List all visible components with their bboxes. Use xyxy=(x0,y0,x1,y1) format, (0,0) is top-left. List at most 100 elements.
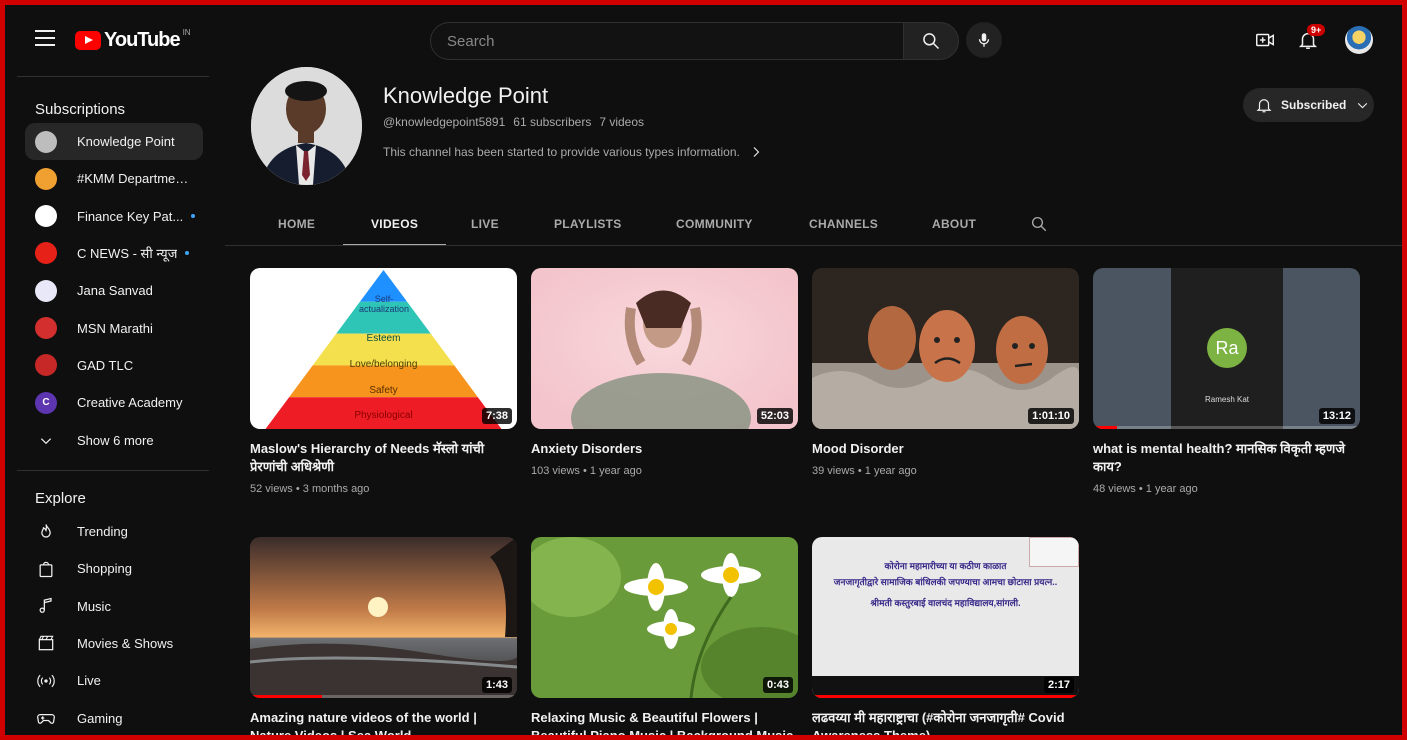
search-box xyxy=(430,22,959,60)
sidebar-explore-item[interactable]: Trending xyxy=(25,513,203,550)
sidebar-divider xyxy=(17,76,209,77)
explore-label: Movies & Shows xyxy=(77,635,174,651)
watch-progress-bar xyxy=(1093,426,1118,429)
channel-avatar[interactable] xyxy=(251,67,362,185)
slide-text-line: श्रीमती कस्तुरबाई वालचंद महाविद्यालय,सां… xyxy=(870,598,1021,608)
new-content-dot xyxy=(191,214,196,219)
video-meta: 103 views • 1 year ago xyxy=(531,465,798,477)
explore-label: Music xyxy=(77,598,111,614)
video-card[interactable]: 52:03 Anxiety Disorders 103 views • 1 year… xyxy=(531,268,798,477)
search-icon xyxy=(1031,216,1047,232)
video-card[interactable]: 1:01:10 Mood Disorder 39 views • 1 year ag… xyxy=(812,268,1079,477)
create-video-button[interactable] xyxy=(1253,28,1277,52)
subscription-label: Finance Key Pat... xyxy=(77,208,184,224)
pyramid-level-label: Safety xyxy=(369,385,398,396)
video-title[interactable]: Maslow's Hierarchy of Needs मॅस्लो यांची… xyxy=(250,440,517,476)
channel-description[interactable]: This channel has been started to provide… xyxy=(383,145,762,159)
channel-avatar-icon xyxy=(35,279,57,302)
video-title[interactable]: Relaxing Music & Beautiful Flowers | Bea… xyxy=(531,709,798,735)
video-title[interactable]: Amazing nature videos of the world | Nat… xyxy=(250,709,517,735)
video-thumbnail[interactable]: Ra Ramesh Kat 13:12 xyxy=(1093,268,1360,429)
tab-videos[interactable]: VIDEOS xyxy=(342,204,447,246)
sidebar-subscription-item[interactable]: GAD TLC xyxy=(25,347,203,384)
subscription-label: #KMM Department ... xyxy=(77,171,193,187)
show-more-button[interactable]: Show 6 more xyxy=(25,422,203,459)
sidebar-subscription-item[interactable]: Knowledge Point xyxy=(25,123,203,160)
subscription-label: Jana Sanvad xyxy=(77,283,153,299)
subscribed-button[interactable]: Subscribed xyxy=(1243,88,1374,122)
video-card[interactable]: कोरोना महामारीच्या या कठीण काळात जनजागृती… xyxy=(812,537,1079,735)
video-card[interactable]: 1:43 Amazing nature videos of the world |… xyxy=(250,537,517,735)
tab-community[interactable]: COMMUNITY xyxy=(676,204,753,246)
sidebar: Subscriptions Knowledge Point #KMM Depart… xyxy=(11,69,211,736)
view-count: 48 views xyxy=(1093,483,1136,495)
pyramid-level-label: Self-actualization xyxy=(358,294,410,314)
music-icon xyxy=(35,595,57,617)
sidebar-subscription-item[interactable]: Finance Key Pat... xyxy=(25,198,203,235)
channel-search-button[interactable] xyxy=(1030,215,1048,238)
sidebar-explore-item[interactable]: Shopping xyxy=(25,550,203,587)
video-title[interactable]: what is mental health? मानसिक विकृती म्ह… xyxy=(1093,440,1360,476)
sidebar-subscription-item[interactable]: #KMM Department ... xyxy=(25,160,203,197)
subscriber-count: 61 subscribers xyxy=(513,115,592,129)
video-card[interactable]: Ra Ramesh Kat 13:12 what is mental health? … xyxy=(1093,268,1360,495)
sidebar-explore-item[interactable]: Music xyxy=(25,588,203,625)
gaming-icon xyxy=(35,707,57,729)
hamburger-menu-icon[interactable] xyxy=(35,30,55,50)
sidebar-subscription-item[interactable]: Jana Sanvad xyxy=(25,272,203,309)
bell-icon xyxy=(1256,99,1272,113)
video-meta: 48 views • 1 year ago xyxy=(1093,483,1360,495)
notifications-badge: 9+ xyxy=(1307,24,1326,36)
video-thumbnail[interactable]: 52:03 xyxy=(531,268,798,429)
search-button[interactable] xyxy=(903,22,959,60)
sidebar-explore-item[interactable]: Live xyxy=(25,662,203,699)
video-thumbnail[interactable]: Self-actualization Esteem Love/belonging Sa… xyxy=(250,268,517,429)
upload-age: 1 year ago xyxy=(1145,483,1198,495)
video-thumbnail[interactable]: 1:43 xyxy=(250,537,517,698)
search-icon xyxy=(923,33,940,50)
tab-about[interactable]: ABOUT xyxy=(932,204,976,246)
tab-channels[interactable]: CHANNELS xyxy=(809,204,878,246)
video-duration: 1:01:10 xyxy=(1028,408,1074,424)
voice-search-button[interactable] xyxy=(966,22,1002,58)
notifications-button[interactable]: 9+ xyxy=(1296,24,1326,52)
video-title[interactable]: लढवय्या मी महाराष्ट्राचा (#कोरोना जनजागृ… xyxy=(812,709,1079,735)
search-input[interactable] xyxy=(430,22,903,60)
video-thumbnail[interactable]: 0:43 xyxy=(531,537,798,698)
participant-name: Ramesh Kat xyxy=(1204,395,1250,404)
video-title[interactable]: Mood Disorder xyxy=(812,440,1079,458)
meta-separator: • xyxy=(292,483,303,495)
sidebar-subscription-item[interactable]: C Creative Academy xyxy=(25,384,203,421)
tab-home[interactable]: HOME xyxy=(278,204,315,246)
video-title[interactable]: Anxiety Disorders xyxy=(531,440,798,458)
sidebar-explore-item[interactable]: Movies & Shows xyxy=(25,625,203,662)
account-avatar[interactable] xyxy=(1345,26,1373,54)
upload-age: 1 year ago xyxy=(864,465,917,477)
meta-separator: • xyxy=(1135,483,1146,495)
chevron-down-icon xyxy=(1358,102,1368,108)
video-card[interactable]: 0:43 Relaxing Music & Beautiful Flowers |… xyxy=(531,537,798,735)
slide-text-line: कोरोना महामारीच्या या कठीण काळात xyxy=(884,561,1007,571)
video-card[interactable]: Self-actualization Esteem Love/belonging Sa… xyxy=(250,268,517,495)
sidebar-subscription-item[interactable]: MSN Marathi xyxy=(25,310,203,347)
video-thumbnail[interactable]: 1:01:10 xyxy=(812,268,1079,429)
youtube-logo[interactable]: YouTube IN xyxy=(75,28,191,53)
channel-avatar-icon xyxy=(35,354,57,377)
sidebar-explore-item[interactable]: Gaming xyxy=(25,700,203,736)
watch-progress-bar xyxy=(812,695,1079,698)
channel-name: Knowledge Point xyxy=(383,83,549,108)
watch-progress-bar xyxy=(250,695,323,698)
sidebar-divider xyxy=(17,470,209,471)
channel-avatar-icon xyxy=(35,167,57,190)
tab-playlists[interactable]: PLAYLISTS xyxy=(554,204,622,246)
top-bar: YouTube IN 9+ xyxy=(11,11,1402,69)
explore-label: Gaming xyxy=(77,710,123,726)
participant-avatar: Ra xyxy=(1207,328,1247,368)
meta-separator: • xyxy=(579,465,590,477)
sidebar-subscription-item[interactable]: C NEWS - सी न्यूज xyxy=(25,235,203,272)
movies-icon xyxy=(35,632,57,654)
view-count: 39 views xyxy=(812,465,855,477)
video-duration: 7:38 xyxy=(481,408,512,424)
video-thumbnail[interactable]: कोरोना महामारीच्या या कठीण काळात जनजागृती… xyxy=(812,537,1079,698)
tab-live[interactable]: LIVE xyxy=(471,204,499,246)
